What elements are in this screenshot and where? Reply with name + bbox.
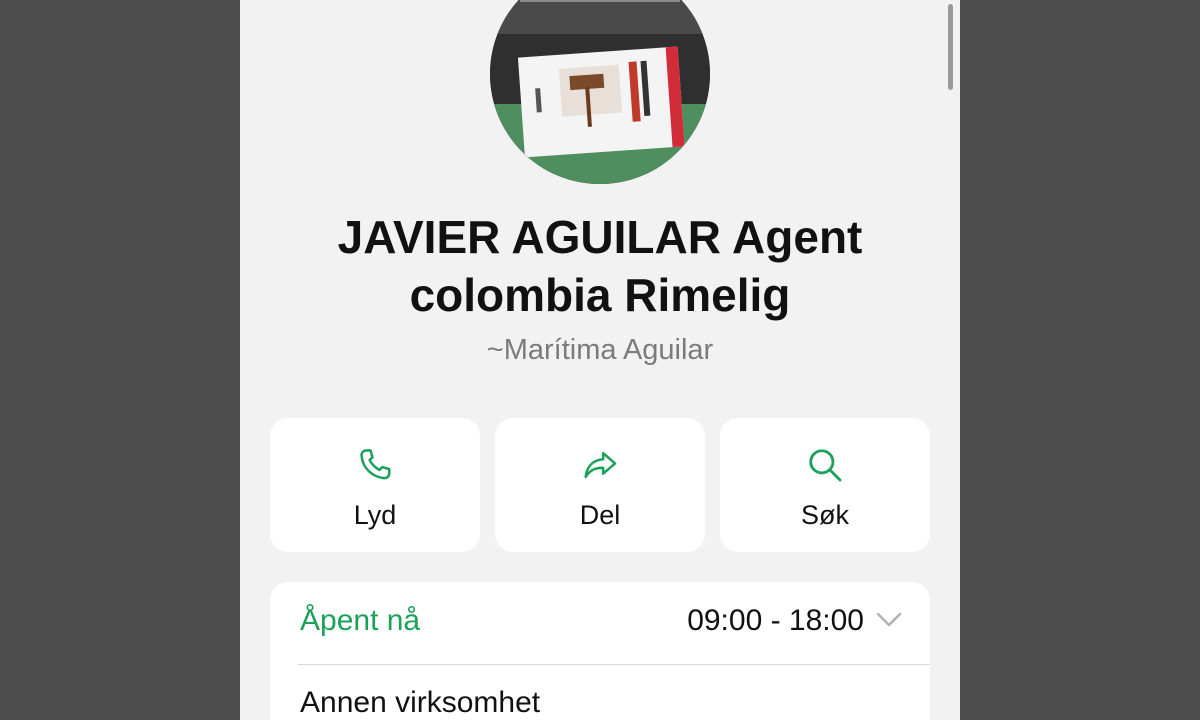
- business-category: Annen virksomhet: [300, 686, 541, 719]
- chevron-down-icon[interactable]: [876, 612, 902, 628]
- scrollbar[interactable]: [948, 4, 953, 90]
- open-status: Åpent nå: [300, 604, 421, 637]
- opening-hours-row[interactable]: Åpent nå 09:00 - 18:00: [270, 582, 930, 664]
- search-icon: [809, 449, 842, 482]
- audio-call-label: Lyd: [353, 500, 397, 530]
- phone-icon: [360, 449, 391, 480]
- share-button[interactable]: Del: [495, 418, 705, 552]
- divider: [298, 664, 930, 665]
- business-subtitle: ~Marítima Aguilar: [486, 334, 714, 366]
- profile-avatar[interactable]: [490, 0, 710, 184]
- avatar-photo: [490, 0, 710, 184]
- business-info-card: Åpent nå 09:00 - 18:00 Annen virksomhet: [270, 582, 930, 720]
- share-icon: [584, 451, 617, 479]
- opening-hours: 09:00 - 18:00: [687, 604, 864, 637]
- business-name: JAVIER AGUILAR Agent colombia Rimelig: [337, 211, 863, 321]
- audio-call-button[interactable]: Lyd: [270, 418, 480, 552]
- action-buttons: Lyd Del Søk: [270, 418, 930, 552]
- business-profile-screen: JAVIER AGUILAR Agent colombia Rimelig ~M…: [240, 0, 960, 720]
- search-label: Søk: [800, 500, 849, 530]
- search-button[interactable]: Søk: [720, 418, 930, 552]
- share-label: Del: [579, 500, 621, 530]
